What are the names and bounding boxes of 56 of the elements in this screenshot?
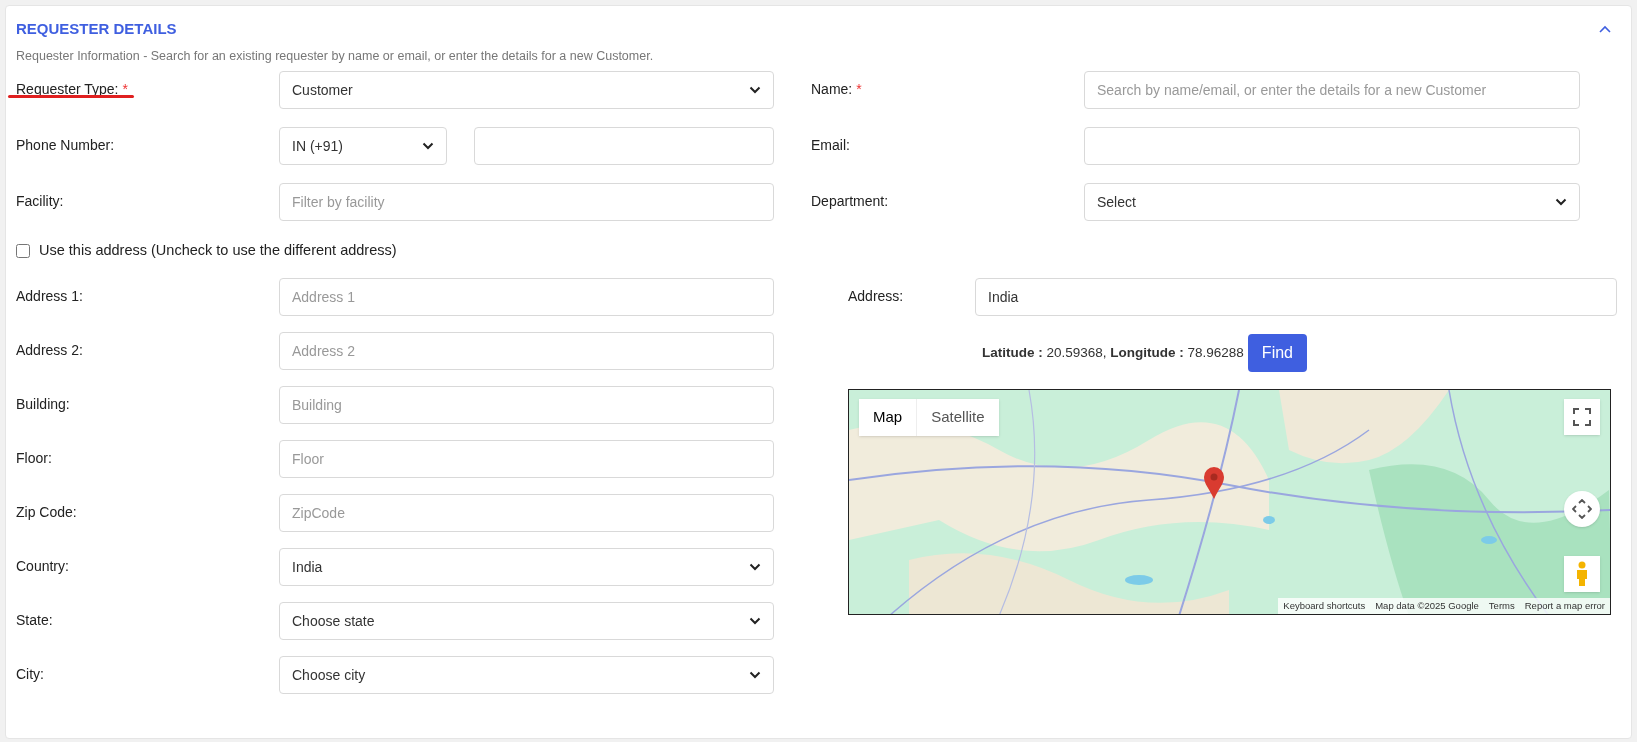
checkbox[interactable] bbox=[16, 244, 30, 259]
person-icon bbox=[1575, 561, 1589, 587]
dropdown[interactable]: Choose city bbox=[279, 656, 774, 694]
field-label: Address 2: bbox=[16, 341, 83, 360]
section-description: Requester Information - Search for an existing requester by name or email, or enter the details for a new Customer. bbox=[16, 47, 655, 65]
required-mark: * bbox=[856, 80, 862, 100]
field-label: Address: bbox=[848, 287, 905, 306]
field-label: Phone Number: bbox=[16, 136, 115, 156]
checkbox-label: Use this address (Uncheck to use the different address) bbox=[39, 241, 397, 261]
field-label: State: bbox=[16, 611, 53, 630]
input-field[interactable]: Filter by facility bbox=[279, 183, 774, 222]
fullscreen-icon bbox=[1573, 408, 1591, 426]
input-field[interactable]: Floor bbox=[279, 440, 774, 478]
dropdown[interactable]: India bbox=[279, 548, 774, 586]
field-label: Zip Code: bbox=[16, 503, 77, 522]
map-footer-link[interactable]: Keyboard shortcuts bbox=[1278, 597, 1371, 614]
field-label: Department: bbox=[811, 192, 889, 212]
caret-icon bbox=[749, 671, 761, 679]
input-field[interactable]: Address 2 bbox=[279, 332, 774, 370]
map-footer-link[interactable]: Report a map error bbox=[1519, 597, 1610, 614]
caret-icon bbox=[749, 563, 761, 571]
fullscreen-button[interactable] bbox=[1564, 399, 1600, 435]
map-footer-link[interactable]: Map data ©2025 Google bbox=[1370, 597, 1484, 614]
input-field[interactable]: Building bbox=[279, 386, 774, 424]
field-label: Email: bbox=[811, 136, 850, 156]
field-label: Facility: bbox=[16, 192, 64, 212]
map-footer-link[interactable]: Terms bbox=[1483, 597, 1520, 614]
map-type-tab[interactable]: Map bbox=[859, 399, 917, 436]
find-button[interactable]: Find bbox=[1247, 334, 1307, 372]
field-label: City: bbox=[16, 665, 44, 684]
caret-icon bbox=[749, 86, 761, 95]
country-code-dropdown[interactable]: IN (+91) bbox=[279, 127, 447, 166]
field-label: Floor: bbox=[16, 449, 52, 468]
input-field[interactable]: Search by name/email, or enter the details for a new Customer bbox=[1084, 71, 1580, 110]
input-field[interactable]: Address 1 bbox=[279, 278, 774, 316]
dropdown[interactable]: Select bbox=[1084, 183, 1580, 222]
required-mark: * bbox=[122, 80, 128, 100]
caret-icon bbox=[1555, 198, 1567, 207]
field-label: Address 1: bbox=[16, 287, 83, 306]
phone-input-field[interactable] bbox=[474, 127, 774, 166]
caret-icon bbox=[749, 617, 761, 625]
field-label: Country: bbox=[16, 557, 69, 576]
arrows-icon bbox=[1572, 499, 1592, 519]
caret-icon bbox=[422, 142, 434, 151]
field-label: Building: bbox=[16, 395, 70, 414]
address-input-field[interactable]: India bbox=[975, 278, 1617, 316]
field-label: Name: bbox=[811, 80, 853, 100]
section-title: REQUESTER DETAILS bbox=[16, 19, 177, 39]
dropdown[interactable]: Choose state bbox=[279, 602, 774, 640]
chevron-up-icon bbox=[1599, 25, 1611, 34]
map-pin-icon bbox=[1203, 466, 1225, 500]
map-type-tab[interactable]: Satellite bbox=[916, 399, 999, 436]
input-field[interactable] bbox=[1084, 127, 1580, 166]
input-field[interactable]: ZipCode bbox=[279, 494, 774, 532]
dropdown[interactable]: Customer bbox=[279, 71, 774, 110]
coordinates-text: Latitude : 20.59368, Longitude : 78.96288 bbox=[982, 343, 1244, 362]
